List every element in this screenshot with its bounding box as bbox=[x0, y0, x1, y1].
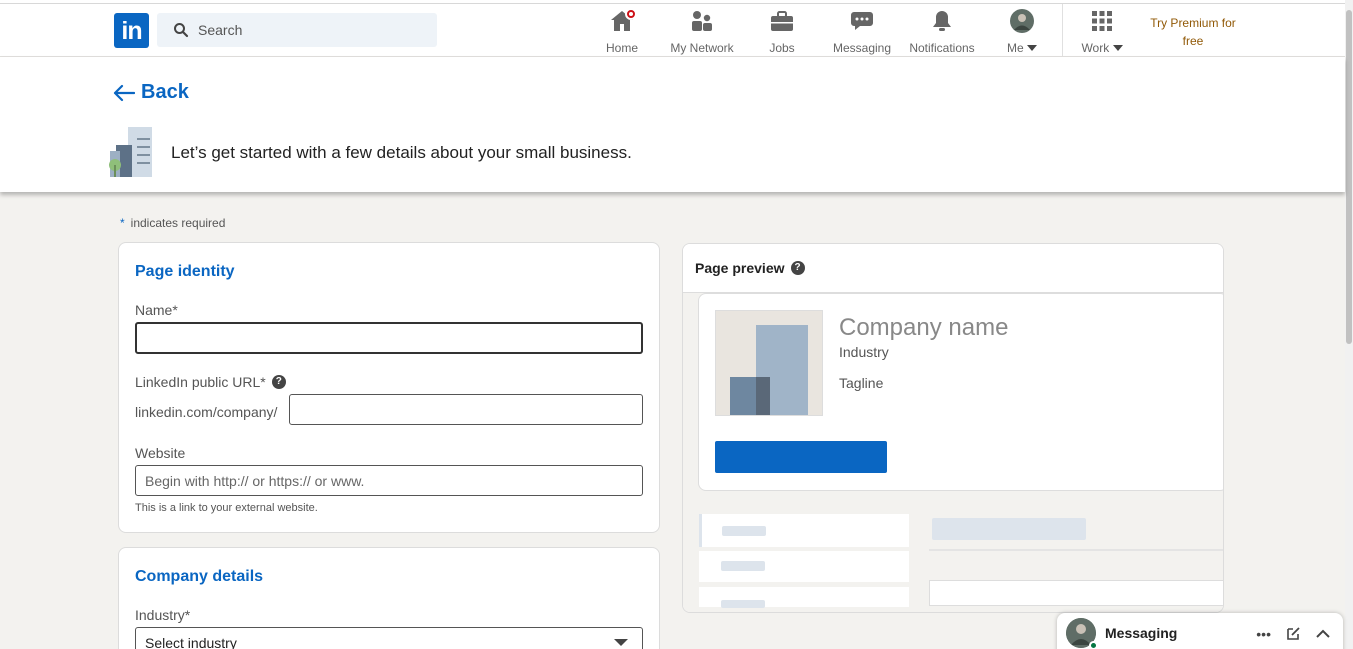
nav-work-label: Work bbox=[1081, 41, 1110, 55]
intro-heading: Let’s get started with a few details abo… bbox=[171, 143, 632, 162]
website-label: Website bbox=[135, 445, 186, 461]
scrollbar-thumb[interactable] bbox=[1346, 10, 1352, 344]
nav-messaging-label: Messaging bbox=[832, 41, 892, 55]
required-note: * indicates required bbox=[120, 216, 225, 230]
nav-home-label: Home bbox=[605, 41, 638, 55]
search-icon bbox=[174, 23, 189, 38]
url-label-wrap: LinkedIn public URL*? bbox=[135, 374, 286, 390]
nav-notifications-label: Notifications bbox=[909, 41, 975, 55]
nav-notifications[interactable]: Notifications bbox=[906, 8, 978, 56]
name-field[interactable] bbox=[135, 322, 643, 354]
arrow-left-icon bbox=[113, 84, 135, 101]
chat-icon bbox=[849, 8, 875, 34]
company-details-card: Company details Industry* Select industr… bbox=[118, 547, 660, 649]
preview-company-card: Company name Industry Tagline bbox=[698, 293, 1223, 491]
help-icon[interactable]: ? bbox=[790, 261, 805, 275]
building-illustration-icon bbox=[109, 127, 152, 177]
preview-title-wrap: Page preview? bbox=[695, 260, 805, 276]
nav-divider bbox=[1062, 4, 1063, 56]
premium-line-2: free bbox=[1182, 34, 1204, 48]
nav-messaging[interactable]: Messaging bbox=[831, 8, 893, 56]
required-star: * bbox=[120, 216, 125, 230]
compose-icon[interactable] bbox=[1285, 626, 1301, 642]
chevron-up-icon[interactable] bbox=[1315, 626, 1331, 642]
skeleton-row bbox=[699, 514, 909, 547]
skeleton-bar bbox=[721, 600, 765, 608]
skeleton-row bbox=[929, 580, 1223, 606]
preview-tagline: Tagline bbox=[839, 375, 884, 391]
messaging-dock[interactable]: Messaging ••• bbox=[1057, 613, 1343, 649]
required-text: indicates required bbox=[130, 216, 226, 230]
caret-down-icon bbox=[1027, 45, 1037, 51]
search-input[interactable]: Search bbox=[157, 13, 437, 47]
bell-icon bbox=[929, 8, 955, 34]
skeleton-bar bbox=[932, 518, 1086, 540]
network-icon bbox=[689, 8, 715, 34]
nav-work-label-wrap: Work bbox=[1081, 41, 1123, 55]
search-placeholder: Search bbox=[198, 22, 243, 38]
industry-select[interactable]: Select industry bbox=[135, 627, 643, 649]
messaging-controls: ••• bbox=[1256, 626, 1331, 642]
online-status-indicator bbox=[1089, 641, 1098, 649]
url-prefix: linkedin.com/company/ bbox=[135, 404, 278, 420]
page-scrollbar[interactable] bbox=[1345, 0, 1353, 649]
name-label: Name* bbox=[135, 302, 178, 318]
help-icon[interactable]: ? bbox=[271, 375, 286, 389]
skeleton-bar bbox=[722, 526, 766, 536]
nav-me[interactable]: Me bbox=[1003, 8, 1041, 56]
website-field[interactable]: Begin with http:// or https:// or www. bbox=[135, 465, 643, 496]
nav-my-network[interactable]: My Network bbox=[668, 8, 736, 56]
nav-me-label-wrap: Me bbox=[1007, 41, 1037, 55]
messaging-label: Messaging bbox=[1105, 625, 1178, 641]
page-identity-title: Page identity bbox=[135, 263, 235, 280]
more-options-icon[interactable]: ••• bbox=[1256, 626, 1271, 642]
nav-work[interactable]: Work bbox=[1078, 8, 1126, 56]
back-label: Back bbox=[141, 81, 189, 103]
nav-jobs[interactable]: Jobs bbox=[766, 8, 798, 56]
grid-icon bbox=[1089, 8, 1115, 34]
industry-selected: Select industry bbox=[145, 634, 237, 649]
skeleton-row bbox=[699, 587, 909, 608]
skeleton-row bbox=[699, 551, 909, 582]
home-icon bbox=[609, 8, 637, 34]
preview-follow-button bbox=[715, 441, 887, 473]
company-logo-placeholder-icon bbox=[715, 310, 823, 416]
premium-line-1: Try Premium for bbox=[1150, 16, 1236, 30]
page-identity-card: Page identity Name* LinkedIn public URL*… bbox=[118, 242, 660, 533]
page-preview-card: Page preview? Company name Industry Tagl… bbox=[682, 243, 1224, 613]
briefcase-icon bbox=[769, 8, 795, 34]
preview-company-name: Company name bbox=[839, 314, 1009, 341]
skeleton-divider bbox=[929, 549, 1223, 551]
avatar bbox=[1009, 8, 1035, 34]
nav-me-label: Me bbox=[1006, 41, 1024, 55]
industry-label: Industry* bbox=[135, 607, 191, 623]
preview-industry: Industry bbox=[839, 344, 889, 360]
linkedin-logo-icon[interactable]: in bbox=[114, 13, 149, 48]
back-button[interactable]: Back bbox=[113, 81, 189, 104]
try-premium-link[interactable]: Try Premium for free bbox=[1143, 14, 1243, 50]
caret-down-icon bbox=[1112, 45, 1123, 51]
notification-badge bbox=[625, 8, 637, 20]
nav-my-network-label: My Network bbox=[670, 41, 734, 55]
nav-home[interactable]: Home bbox=[602, 8, 642, 56]
page-header: Back Let’s get started with a few detail… bbox=[0, 57, 1345, 192]
url-field[interactable] bbox=[289, 394, 643, 425]
url-label: LinkedIn public URL* bbox=[135, 374, 266, 390]
company-details-title: Company details bbox=[135, 568, 264, 585]
website-helper: This is a link to your external website. bbox=[135, 502, 318, 514]
skeleton-bar bbox=[721, 561, 765, 571]
caret-down-icon bbox=[614, 639, 628, 646]
preview-title: Page preview bbox=[695, 260, 785, 276]
nav-jobs-label: Jobs bbox=[769, 41, 795, 55]
global-nav: in Search Home My Network Jobs Messaging bbox=[0, 4, 1345, 57]
